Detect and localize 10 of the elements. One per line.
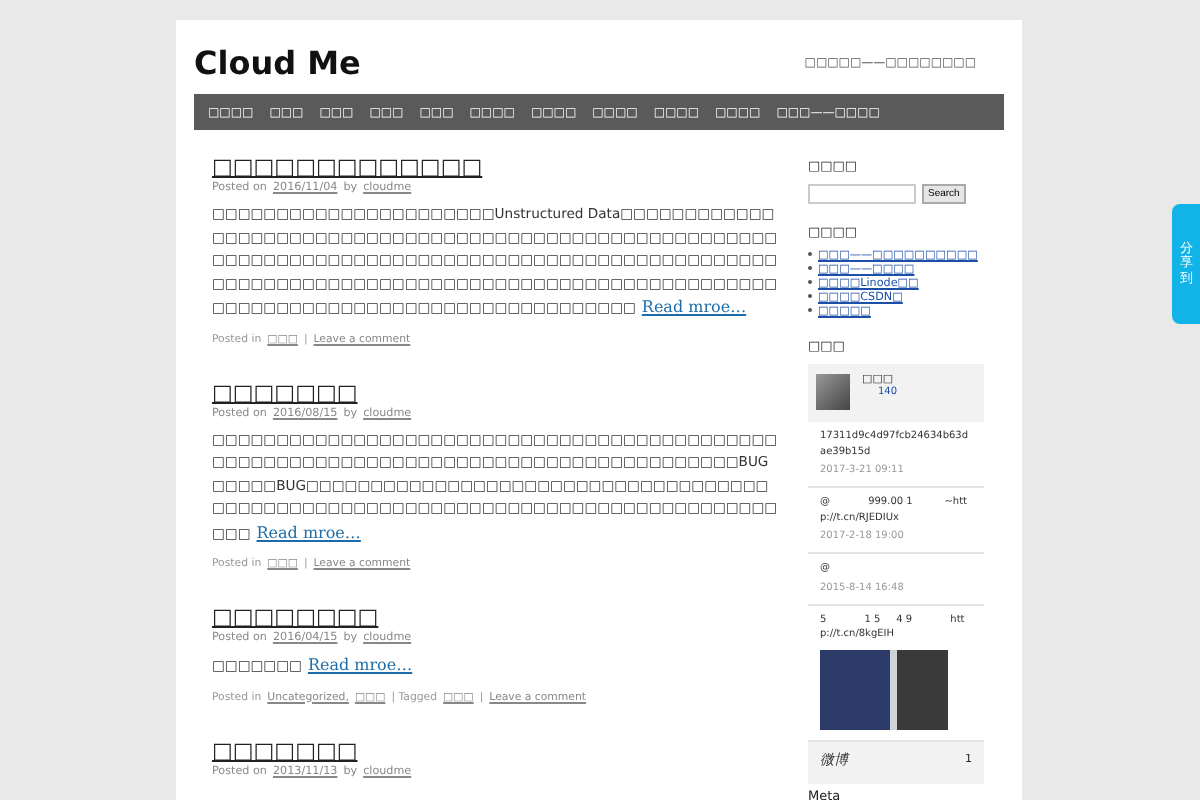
read-more-link[interactable]: Read mroe… bbox=[307, 656, 413, 674]
avatar-placeholder bbox=[816, 374, 850, 410]
site-title[interactable]: Cloud Me bbox=[194, 44, 361, 82]
read-more-link[interactable]: Read mroe… bbox=[641, 298, 747, 316]
read-more-link[interactable]: Read mroe… bbox=[256, 523, 361, 541]
post-title[interactable]: □□□□□□□□ bbox=[212, 604, 780, 632]
post-title[interactable]: □□□□□□□□□□□□□ bbox=[212, 154, 780, 182]
search-field[interactable] bbox=[808, 184, 916, 204]
post-title[interactable]: □□□□□□□ bbox=[212, 379, 780, 407]
post-title[interactable]: □□□□□□□ bbox=[212, 737, 780, 765]
